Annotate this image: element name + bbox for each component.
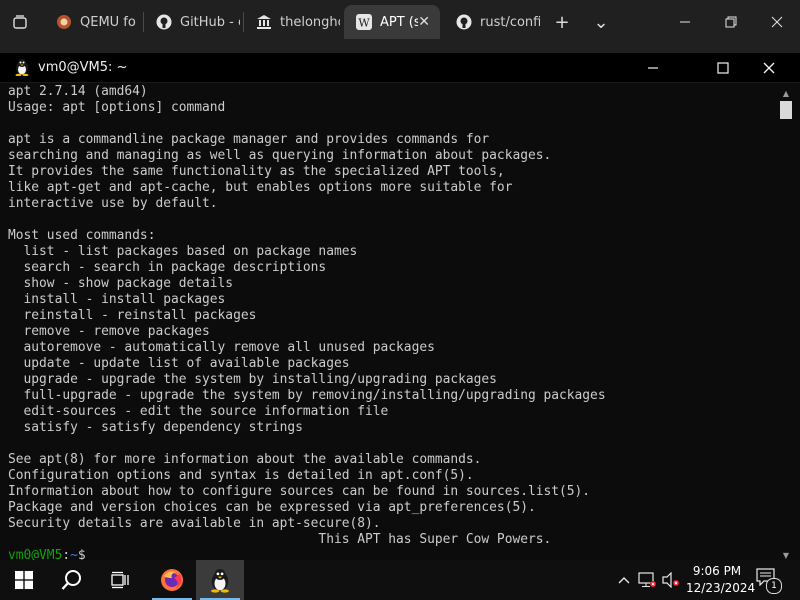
task-view-icon	[111, 571, 129, 589]
terminal-title: vm0@VM5: ~	[38, 60, 128, 75]
new-tab-button[interactable]: +	[547, 8, 577, 36]
close-tab-icon[interactable]: ✕	[418, 14, 430, 30]
close-icon	[763, 62, 775, 73]
start-button[interactable]	[0, 560, 48, 600]
volume-button[interactable]	[661, 570, 681, 590]
clock-date: 12/23/2024	[686, 581, 756, 595]
svg-text:W: W	[358, 17, 370, 30]
network-icon	[638, 572, 656, 587]
minimize-icon	[648, 66, 658, 69]
tab-actions-icon	[13, 15, 27, 29]
show-hidden-icons-button[interactable]	[614, 570, 634, 590]
tab-actions-button[interactable]	[0, 0, 40, 44]
tux-icon	[15, 59, 29, 76]
terminal-minimize-button[interactable]	[630, 53, 676, 82]
terminal-content[interactable]: apt 2.7.14 (amd64) Usage: apt [options] …	[8, 84, 772, 562]
terminal-close-button[interactable]	[746, 53, 792, 82]
search-button[interactable]	[48, 560, 96, 600]
notification-count-badge: 1	[766, 578, 782, 594]
plus-icon: +	[554, 11, 570, 33]
scroll-up-icon[interactable]: ▲	[780, 88, 792, 98]
taskbar: 9:06 PM 12/23/2024 1	[0, 560, 800, 600]
taskbar-clock[interactable]: 9:06 PM 12/23/2024	[686, 563, 756, 597]
browser-restore-button[interactable]	[708, 0, 754, 44]
tab-thelonghc[interactable]: thelonghc	[244, 5, 340, 39]
tab-label: GitHub - c	[180, 14, 240, 30]
task-view-button[interactable]	[96, 560, 144, 600]
search-icon	[61, 570, 81, 590]
tab-rust-config[interactable]: rust/confi	[444, 5, 540, 39]
maximize-icon	[717, 61, 729, 74]
browser-close-button[interactable]	[754, 0, 800, 44]
scroll-down-icon[interactable]: ▼	[780, 550, 792, 560]
tab-list-button[interactable]: ⌄	[586, 8, 616, 36]
terminal-maximize-button[interactable]	[700, 53, 746, 82]
firefox-icon	[161, 569, 183, 591]
tab-label: QEMU fo	[80, 14, 136, 30]
close-icon	[771, 16, 783, 28]
tab-qemu[interactable]: QEMU fo	[44, 5, 140, 39]
tux-icon	[211, 569, 229, 593]
terminal-scroll-thumb[interactable]	[780, 101, 792, 119]
firefox-taskbar-item[interactable]	[148, 560, 196, 600]
restore-icon	[725, 16, 737, 28]
browser-tab-strip: QEMU fo GitHub - c thelonghc W APT (so ✕…	[0, 0, 800, 46]
tab-github[interactable]: GitHub - c	[144, 5, 240, 39]
clock-time: 9:06 PM	[692, 564, 742, 578]
minimize-icon	[680, 21, 690, 23]
qemu-icon	[56, 14, 72, 30]
terminal-output: apt 2.7.14 (amd64) Usage: apt [options] …	[8, 84, 606, 547]
bank-icon	[256, 14, 272, 30]
network-status-button[interactable]	[637, 570, 657, 590]
tab-label: APT (so	[380, 14, 419, 30]
terminal-taskbar-item[interactable]	[196, 560, 244, 600]
windows-logo-icon	[15, 571, 33, 589]
action-center-button[interactable]: 1	[756, 568, 782, 594]
github-icon	[456, 14, 472, 30]
github-icon	[156, 14, 172, 30]
chevron-up-icon	[618, 577, 630, 584]
browser-minimize-button[interactable]	[662, 0, 708, 44]
terminal-window: vm0@VM5: ~ apt 2.7.14 (amd64) Usage: apt…	[0, 53, 800, 562]
terminal-titlebar[interactable]: vm0@VM5: ~	[0, 53, 800, 83]
tab-apt-wikipedia[interactable]: W APT (so ✕	[344, 5, 440, 39]
tab-label: rust/confi	[480, 14, 540, 30]
volume-muted-icon	[662, 572, 679, 588]
chevron-down-icon: ⌄	[593, 11, 609, 33]
terminal-scrollbar[interactable]: ▲ ▼	[778, 86, 792, 562]
tab-label: thelonghc	[280, 14, 340, 30]
wikipedia-icon: W	[356, 14, 372, 30]
